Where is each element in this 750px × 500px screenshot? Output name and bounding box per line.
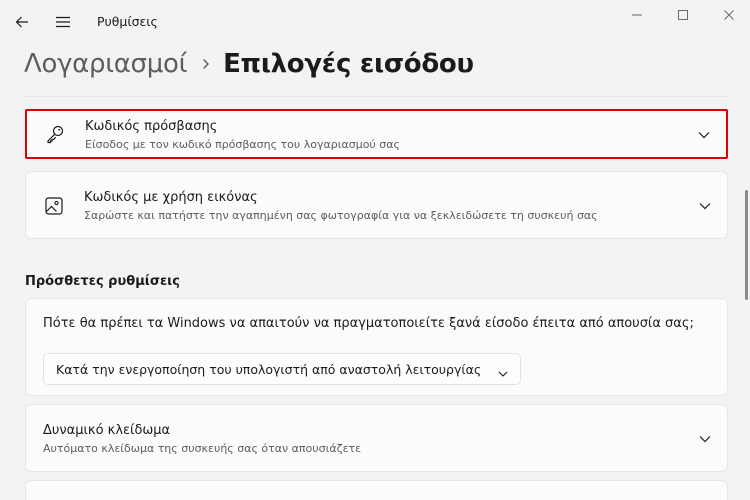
back-arrow-icon <box>15 16 28 28</box>
maximize-icon <box>678 10 688 20</box>
navigation-menu-button[interactable] <box>47 6 79 38</box>
additional-settings-heading: Πρόσθετες ρυθμίσεις <box>25 274 180 289</box>
close-button[interactable] <box>706 0 750 30</box>
hamburger-icon <box>56 16 70 28</box>
scrollbar[interactable] <box>745 190 748 300</box>
picture-password-subtitle: Σαρώστε και πατήστε την αγαπημένη σας φω… <box>84 209 598 222</box>
key-icon <box>44 123 66 145</box>
back-button[interactable] <box>6 6 38 38</box>
page-title: Επιλογές εισόδου <box>223 49 474 79</box>
chevron-down-icon[interactable] <box>697 431 713 447</box>
require-signin-dropdown-value: Κατά την ενεργοποίηση του υπολογιστή από… <box>56 361 482 377</box>
picture-password-card[interactable]: Κωδικός με χρήση εικόνας Σαρώστε και πατ… <box>25 171 728 239</box>
password-card[interactable]: Κωδικός πρόσβασης Είσοδος με τον κωδικό … <box>25 109 728 159</box>
chevron-down-icon[interactable] <box>696 127 712 143</box>
require-signin-question: Πότε θα πρέπει τα Windows να απαιτούν να… <box>43 316 694 331</box>
maximize-button[interactable] <box>660 0 706 30</box>
minimize-button[interactable] <box>614 0 660 30</box>
chevron-right-icon <box>201 58 211 70</box>
close-icon <box>724 10 734 20</box>
chevron-down-icon[interactable] <box>697 198 713 214</box>
dynamic-lock-title: Δυναμικό κλείδωμα <box>43 423 171 438</box>
require-signin-dropdown[interactable]: Κατά την ενεργοποίηση του υπολογιστή από… <box>43 353 521 385</box>
next-setting-card[interactable] <box>25 480 728 500</box>
password-card-title: Κωδικός πρόσβασης <box>85 119 218 134</box>
title-bar: Ρυθμίσεις <box>0 0 750 44</box>
app-title: Ρυθμίσεις <box>97 14 158 29</box>
dynamic-lock-subtitle: Αυτόματο κλείδωμα της συσκευής σας όταν … <box>43 442 362 455</box>
require-signin-card: Πότε θα πρέπει τα Windows να απαιτούν να… <box>25 298 728 396</box>
dynamic-lock-card[interactable]: Δυναμικό κλείδωμα Αυτόματο κλείδωμα της … <box>25 404 728 472</box>
breadcrumb-parent-link[interactable]: Λογαριασμοί <box>24 49 187 79</box>
settings-content: Κωδικός πρόσβασης Είσοδος με τον κωδικό … <box>0 96 750 500</box>
minimize-icon <box>632 14 642 16</box>
password-card-subtitle: Είσοδος με τον κωδικό πρόσβασης του λογα… <box>85 138 400 151</box>
picture-password-title: Κωδικός με χρήση εικόνας <box>84 190 258 205</box>
breadcrumb: Λογαριασμοί Επιλογές εισόδου <box>24 44 474 84</box>
picture-icon <box>43 195 65 217</box>
chevron-down-icon <box>498 363 508 382</box>
